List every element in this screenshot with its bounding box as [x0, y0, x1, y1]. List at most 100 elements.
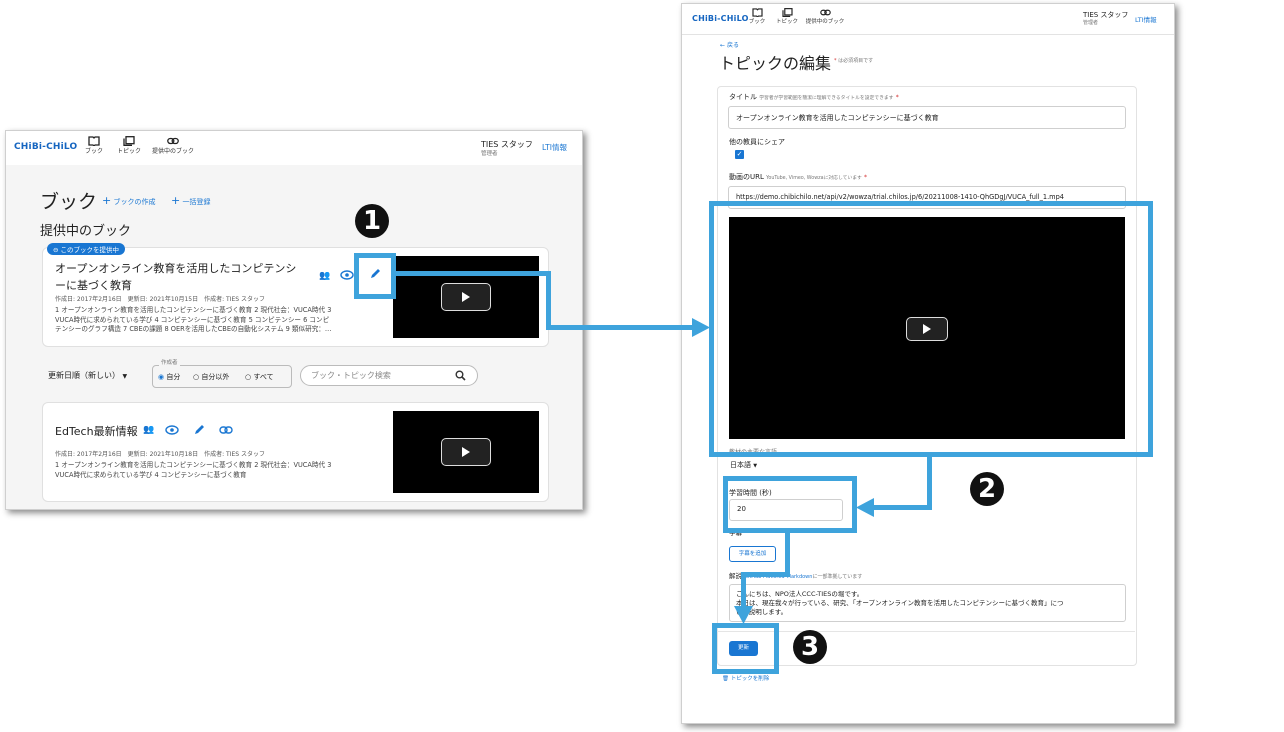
markdown-link[interactable]: Markdown	[787, 574, 813, 580]
link-icon[interactable]	[219, 425, 233, 435]
book-card[interactable]: ⊖ このブックを提供中 オープンオンライン教育を活用したコンピテンシ ーに基づく…	[42, 243, 549, 347]
video-highlight	[709, 201, 1153, 457]
providing-badge-label: このブックを提供中	[60, 246, 120, 254]
video-url-help: YouTube, Vimeo, Wowzaに対応しています	[766, 176, 862, 181]
preview-eye-icon[interactable]	[340, 269, 354, 281]
book-title-line: オープンオンライン教育を活用したコンピテンシ	[55, 262, 297, 275]
book-title-text: EdTech最新情報	[55, 425, 138, 438]
video-url-label-text: 動画のURL	[729, 173, 764, 181]
app-logo[interactable]: CHiBi-CHiLO	[14, 142, 77, 152]
description-textarea[interactable]: こんにちは、NPO法人CCC-TIESの堀です。 本日は、現在我々が行っている、…	[729, 584, 1126, 622]
nav-topic[interactable]: トピック	[774, 8, 800, 25]
chevron-down-icon: ▼	[753, 463, 758, 469]
step-3-marker: 3	[793, 630, 827, 664]
user-role: 管理者	[1083, 20, 1099, 26]
create-book-label: ブックの作成	[113, 198, 156, 206]
app-logo[interactable]: CHiBi-CHiLO	[692, 14, 749, 23]
search-placeholder: ブック・トピック検索	[311, 371, 391, 380]
delete-topic-link[interactable]: 🗑 トピックを削除	[722, 674, 769, 682]
book-description-line: 1 オープンオンライン教育を活用したコンピテンシーに基づく教育 2 現代社会：V…	[55, 461, 332, 469]
book-icon	[88, 136, 100, 146]
search-input[interactable]: ブック・トピック検索	[300, 365, 478, 386]
sort-label: 更新日順（新しい）	[48, 371, 120, 380]
title-input[interactable]: オープンオンライン教育を活用したコンピテンシーに基づく教育	[728, 106, 1126, 129]
book-description: 1 オープンオンライン教育を活用したコンピテンシーに基づく教育 2 現代社会：V…	[55, 306, 385, 335]
lti-info-link[interactable]: LTI情報	[1135, 14, 1157, 24]
link-icon: ⊖	[53, 246, 59, 254]
page-title: トピックの編集	[719, 54, 832, 73]
step-2-marker: 2	[970, 472, 1004, 506]
book-title-line: ーに基づく教育	[55, 279, 132, 292]
book-description-line: テンシーのグラフ構造 7 CBEの課題 8 OERを活用したCBEの自動化システ…	[55, 325, 332, 333]
required-asterisk: *	[834, 58, 837, 64]
book-description-line: 1 オープンオンライン教育を活用したコンピテンシーに基づく教育 2 現代社会：V…	[55, 306, 332, 314]
link-icon	[167, 137, 179, 145]
play-button[interactable]	[441, 283, 491, 311]
nav-book[interactable]: ブック	[746, 8, 768, 25]
nav-book-label: ブック	[84, 148, 103, 155]
play-icon	[462, 292, 470, 302]
delete-topic-label: トピックを削除	[730, 676, 770, 682]
book-list-window: CHiBi-CHiLO ブック トピック 提供中のブック TIES スタッフ 管…	[5, 130, 583, 510]
title-label: タイトル 学習者が学習範囲を簡潔に理解できるタイトルを設定できます *	[729, 92, 899, 102]
edit-pencil-icon[interactable]	[193, 424, 205, 436]
nav-book[interactable]: ブック	[82, 136, 106, 155]
video-thumbnail[interactable]	[393, 411, 539, 493]
topic-icon	[123, 136, 135, 146]
play-icon	[462, 447, 470, 457]
radio-others[interactable]: ○ 自分以外	[193, 372, 229, 382]
add-subtitle-label: 字幕を追加	[738, 551, 767, 557]
nav-provided-label: 提供中のブック	[151, 148, 194, 155]
connector-line	[546, 325, 698, 330]
video-url-label: 動画のURL YouTube, Vimeo, Wowzaに対応しています *	[729, 172, 867, 182]
connector-line	[741, 572, 746, 610]
required-asterisk: *	[864, 174, 868, 181]
back-link[interactable]: ← 戻る	[720, 40, 739, 49]
duration-highlight	[723, 476, 857, 533]
sort-select[interactable]: 更新日順（新しい） ▼	[48, 370, 127, 381]
radio-all[interactable]: ○ すべて	[245, 372, 274, 382]
share-label: 他の教員にシェア	[729, 138, 785, 146]
nav-provided[interactable]: 提供中のブック	[802, 8, 848, 25]
step-1-marker: 1	[355, 204, 389, 238]
arrow-left-icon	[856, 498, 874, 517]
radio-all-label: すべて	[253, 373, 274, 381]
bulk-register-label: 一括登録	[182, 198, 211, 206]
edit-button-highlight	[354, 253, 396, 299]
title-help: 学習者が学習範囲を簡潔に理解できるタイトルを設定できます	[759, 96, 894, 101]
nav-provided-label: 提供中のブック	[805, 19, 845, 25]
preview-eye-icon[interactable]	[165, 424, 179, 436]
book-title[interactable]: EdTech最新情報	[55, 423, 138, 439]
language-select[interactable]: 日本語 ▼	[730, 460, 770, 477]
top-app-bar: CHiBi-CHiLO ブック トピック 提供中のブック TIES スタッフ 管…	[6, 131, 582, 166]
radio-self[interactable]: ◉ 自分	[158, 372, 180, 382]
add-subtitle-button[interactable]: 字幕を追加	[729, 546, 776, 562]
create-book-link[interactable]: + ブックの作成	[102, 194, 155, 207]
bulk-register-link[interactable]: + 一括登録	[171, 194, 210, 207]
radio-checked-icon: ◉	[158, 373, 165, 381]
connector-line	[872, 505, 932, 510]
search-icon[interactable]	[455, 370, 466, 381]
required-asterisk: *	[895, 94, 899, 101]
radio-unchecked-icon: ○	[245, 373, 252, 381]
chevron-down-icon: ▼	[122, 373, 128, 380]
play-button[interactable]	[441, 438, 491, 466]
plus-icon: +	[102, 194, 112, 207]
nav-provided[interactable]: 提供中のブック	[148, 136, 198, 155]
book-card[interactable]: EdTech最新情報 👥 作成日: 2017年2月16日 更新日: 2021年1…	[42, 402, 549, 502]
description-line: 本日は、現在我々が行っている、研究、「オープンオンライン教育を活用したコンピテン…	[736, 599, 1064, 607]
nav-topic-label: トピック	[116, 148, 141, 155]
connector-line	[927, 455, 932, 510]
nav-topic[interactable]: トピック	[114, 136, 144, 155]
connector-line	[546, 271, 551, 330]
connector-line	[396, 271, 551, 276]
video-thumbnail[interactable]	[393, 256, 539, 338]
radio-self-label: 自分	[166, 373, 181, 381]
lti-info-link[interactable]: LTI情報	[542, 142, 567, 153]
author-filter: 作成者 ◉ 自分 ○ 自分以外 ○ すべて	[152, 358, 292, 388]
book-title[interactable]: オープンオンライン教育を活用したコンピテンシ ーに基づく教育	[55, 260, 315, 294]
share-checkbox[interactable]: ✓	[735, 150, 744, 159]
trash-icon: 🗑	[722, 676, 729, 682]
section-title: 提供中のブック	[40, 224, 132, 239]
divider	[717, 631, 1135, 632]
